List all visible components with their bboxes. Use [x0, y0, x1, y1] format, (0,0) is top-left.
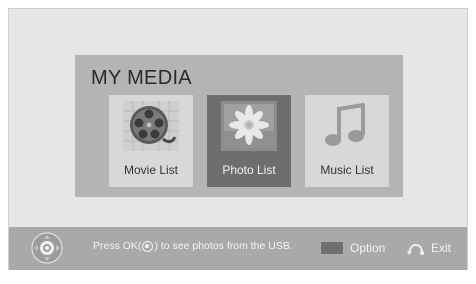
footer-bar: Press OK( ) to see photos from the USB. O… — [9, 227, 467, 270]
film-reel-icon — [123, 101, 179, 151]
exit-label[interactable]: Exit — [431, 241, 451, 255]
photo-icon — [221, 101, 277, 151]
panel-title: MY MEDIA — [91, 67, 192, 89]
back-exit-icon[interactable] — [406, 242, 426, 256]
tile-photo-list[interactable]: Photo List — [207, 95, 291, 187]
dpad-ok-icon — [31, 232, 63, 264]
my-media-panel: MY MEDIA Movie List Photo List Music Lis… — [75, 55, 403, 197]
tile-music-list[interactable]: Music List — [305, 95, 389, 187]
tile-label: Photo List — [222, 163, 276, 177]
tv-screen: MY MEDIA Movie List Photo List Music Lis… — [8, 8, 468, 270]
tile-movie-list[interactable]: Movie List — [109, 95, 193, 187]
ok-button-icon — [142, 241, 154, 252]
music-note-icon — [325, 103, 365, 146]
option-key-icon[interactable] — [321, 242, 343, 254]
hint-text-end: ) to see photos from the USB. — [154, 240, 293, 252]
hint-text-start: Press OK( — [93, 240, 142, 252]
option-label[interactable]: Option — [350, 241, 385, 255]
footer-hint: Press OK( ) to see photos from the USB. — [93, 240, 293, 252]
tile-label: Music List — [320, 163, 374, 177]
tile-label: Movie List — [123, 163, 179, 177]
